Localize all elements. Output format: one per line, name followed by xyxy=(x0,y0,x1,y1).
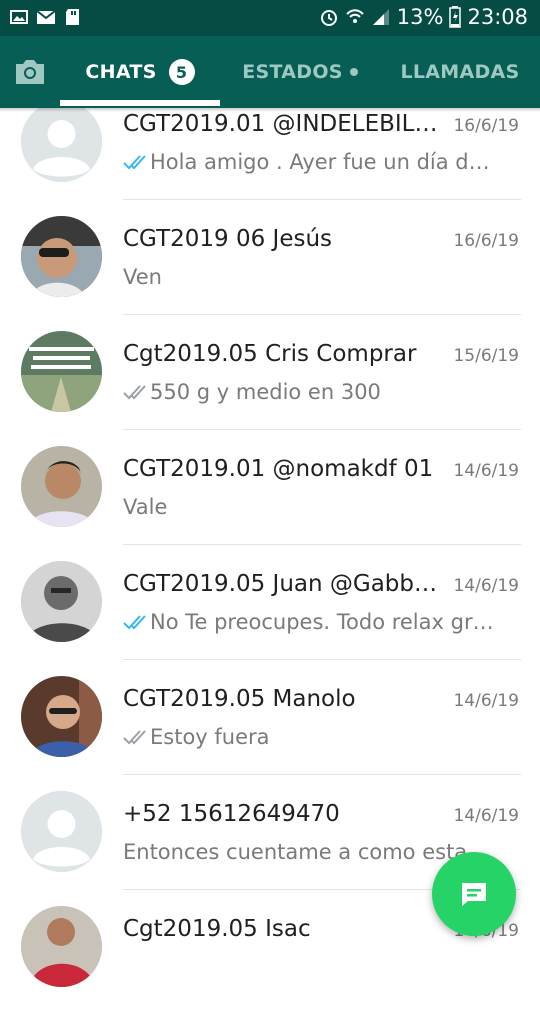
clock: 23:08 xyxy=(467,5,528,29)
alarm-icon xyxy=(320,10,337,26)
chat-name: CGT2019 06 Jesús xyxy=(123,226,333,252)
chat-date: 16/6/19 xyxy=(453,116,519,136)
divider xyxy=(123,429,521,430)
new-status-dot xyxy=(349,68,358,76)
divider xyxy=(123,544,521,545)
chat-name: CGT2019.05 Manolo xyxy=(123,686,356,712)
default-avatar-icon xyxy=(21,791,102,872)
contact-avatar xyxy=(21,446,102,527)
chat-row[interactable]: CGT2019.05 Juan @Gabb… 14/6/19 No Te pre… xyxy=(0,561,540,676)
new-chat-button[interactable] xyxy=(432,852,516,936)
new-chat-icon xyxy=(462,883,486,906)
divider xyxy=(123,314,521,315)
chat-preview: 550 g y medio en 300 xyxy=(123,380,495,404)
delivered-ticks-icon xyxy=(123,730,146,745)
chat-preview: No Te preocupes. Todo relax gra… xyxy=(123,610,495,634)
chat-date: 14/6/19 xyxy=(453,806,519,826)
tab-bar: CHATS 5 ESTADOS LLAMADAS xyxy=(0,36,540,108)
battery-icon xyxy=(449,6,462,28)
chat-name: CGT2019.01 @nomakdf 01 xyxy=(123,456,434,482)
read-ticks-icon xyxy=(123,615,146,630)
delivered-ticks-icon xyxy=(123,385,146,400)
signal-icon xyxy=(372,9,389,25)
tab-llamadas[interactable]: LLAMADAS xyxy=(380,36,540,108)
chat-row[interactable]: CGT2019.01 @nomakdf 01 14/6/19 Vale xyxy=(0,446,540,561)
chat-row[interactable]: CGT2019.05 Manolo 14/6/19 Estoy fuera xyxy=(0,676,540,791)
chat-name: +52 15612649470 xyxy=(123,801,340,827)
tab-chats-label: CHATS xyxy=(85,61,157,83)
tab-estados-label: ESTADOS xyxy=(242,61,343,83)
chat-preview: Estoy fuera xyxy=(123,725,495,749)
camera-icon[interactable] xyxy=(13,58,47,86)
chat-preview-text: 550 g y medio en 300 xyxy=(150,380,381,404)
chat-preview: Hola amigo . Ayer fue un día del… xyxy=(123,150,495,174)
unread-badge: 5 xyxy=(168,59,195,85)
chat-date: 14/6/19 xyxy=(453,461,519,481)
contact-avatar xyxy=(21,676,102,757)
header-shadow xyxy=(0,108,540,112)
divider xyxy=(123,659,521,660)
chat-date: 16/6/19 xyxy=(453,231,519,251)
chat-name: Cgt2019.05 Cris Comprar xyxy=(123,341,417,367)
chat-preview-text: Ven xyxy=(123,265,162,289)
chat-list: CGT2019.01 @INDELEBIL… 16/6/19 Hola amig… xyxy=(0,0,540,987)
divider xyxy=(123,774,521,775)
chat-preview-text: Vale xyxy=(123,495,168,519)
divider xyxy=(123,199,521,200)
tab-estados[interactable]: ESTADOS xyxy=(230,36,370,108)
sd-card-icon xyxy=(66,9,79,25)
chat-preview-text: No Te preocupes. Todo relax gra… xyxy=(150,610,495,634)
chat-date: 14/6/19 xyxy=(453,691,519,711)
chat-name: Cgt2019.05 Isac xyxy=(123,916,311,942)
contact-avatar xyxy=(21,561,102,642)
chat-preview-text: Estoy fuera xyxy=(150,725,270,749)
default-avatar-icon xyxy=(21,101,102,182)
tab-chats[interactable]: CHATS 5 xyxy=(60,36,220,108)
chat-row[interactable]: CGT2019.01 @INDELEBIL… 16/6/19 Hola amig… xyxy=(0,101,540,216)
image-icon xyxy=(10,10,28,24)
status-bar: 13% 23:08 xyxy=(0,0,540,36)
active-tab-indicator xyxy=(60,100,220,106)
contact-avatar xyxy=(21,331,102,412)
battery-percent: 13% xyxy=(396,5,444,29)
chat-date: 14/6/19 xyxy=(453,576,519,596)
contact-avatar xyxy=(21,906,102,987)
chat-preview: Entonces cuentame a como esta co… xyxy=(123,840,495,864)
contact-avatar xyxy=(21,216,102,297)
chat-preview-text: Hola amigo . Ayer fue un día del… xyxy=(150,150,495,174)
chat-date: 15/6/19 xyxy=(453,346,519,366)
read-ticks-icon xyxy=(123,155,146,170)
chat-preview: Ven xyxy=(123,265,495,289)
chat-name: CGT2019.05 Juan @Gabb… xyxy=(123,571,437,597)
chat-preview-text: Entonces cuentame a como esta co… xyxy=(123,840,495,864)
chat-name: CGT2019.01 @INDELEBIL… xyxy=(123,111,438,137)
tab-llamadas-label: LLAMADAS xyxy=(400,61,520,83)
chat-preview: Vale xyxy=(123,495,495,519)
wifi-icon xyxy=(346,9,364,23)
mail-icon xyxy=(36,10,56,24)
chat-row[interactable]: CGT2019 06 Jesús 16/6/19 Ven xyxy=(0,216,540,331)
chat-row[interactable]: Cgt2019.05 Cris Comprar 15/6/19 550 g y … xyxy=(0,331,540,446)
